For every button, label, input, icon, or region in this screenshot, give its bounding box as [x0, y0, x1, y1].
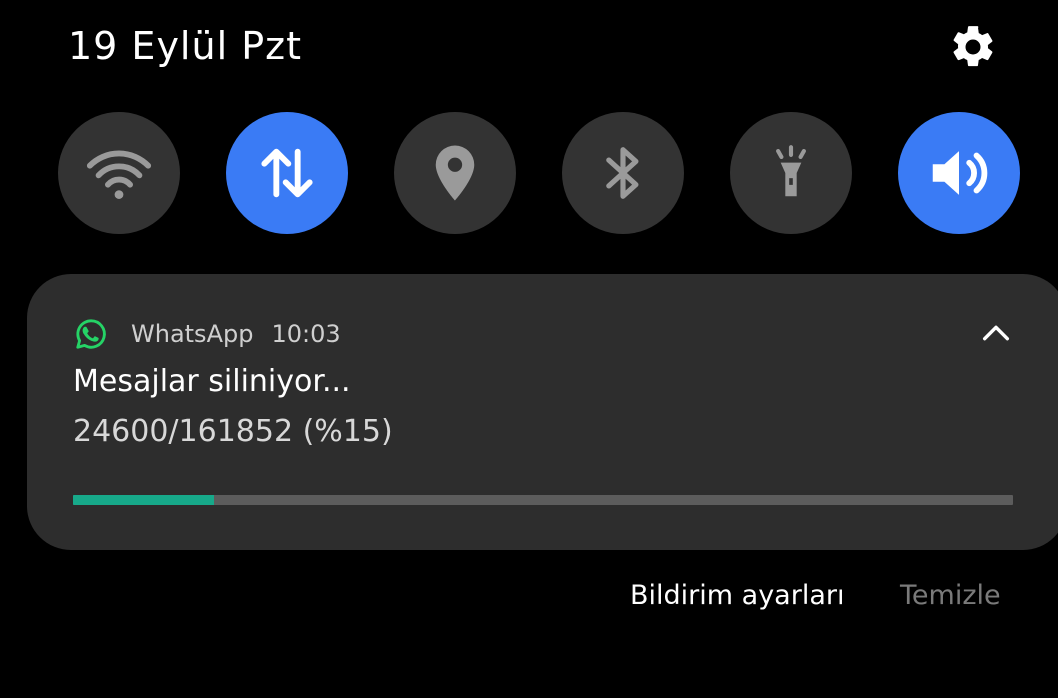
sound-tile[interactable]: [898, 112, 1020, 234]
quick-settings-panel: [0, 112, 1058, 236]
notification-settings-button[interactable]: Bildirim ayarları: [630, 580, 844, 611]
gear-icon[interactable]: [948, 22, 998, 72]
date-label: 19 Eylül Pzt: [68, 24, 302, 68]
bluetooth-icon: [606, 147, 639, 199]
notification-time: 10:03: [271, 320, 341, 348]
app-name: WhatsApp: [131, 320, 254, 348]
notification-card[interactable]: WhatsApp 10:03 Mesajlar siliniyor... 246…: [27, 274, 1058, 550]
flashlight-icon: [776, 145, 806, 197]
progress-bar: [73, 495, 1013, 505]
wifi-icon: [86, 150, 152, 199]
bluetooth-tile[interactable]: [562, 112, 684, 234]
clear-button[interactable]: Temizle: [900, 580, 1001, 611]
wifi-tile[interactable]: [58, 112, 180, 234]
location-pin-icon: [435, 145, 475, 201]
data-transfer-icon: [261, 148, 313, 198]
status-header: 19 Eylül Pzt: [0, 0, 1058, 100]
progress-fill: [73, 495, 214, 505]
speaker-icon: [932, 151, 988, 195]
whatsapp-icon: [76, 319, 106, 349]
notification-header: WhatsApp 10:03: [73, 314, 341, 354]
notification-actions: Bildirim ayarları Temizle: [0, 576, 1058, 626]
mobile-data-tile[interactable]: [226, 112, 348, 234]
notification-title: Mesajlar siliniyor...: [73, 364, 351, 399]
flashlight-tile[interactable]: [730, 112, 852, 234]
location-tile[interactable]: [394, 112, 516, 234]
notification-progress-text: 24600/161852 (%15): [73, 414, 393, 449]
chevron-up-icon[interactable]: [979, 316, 1013, 350]
